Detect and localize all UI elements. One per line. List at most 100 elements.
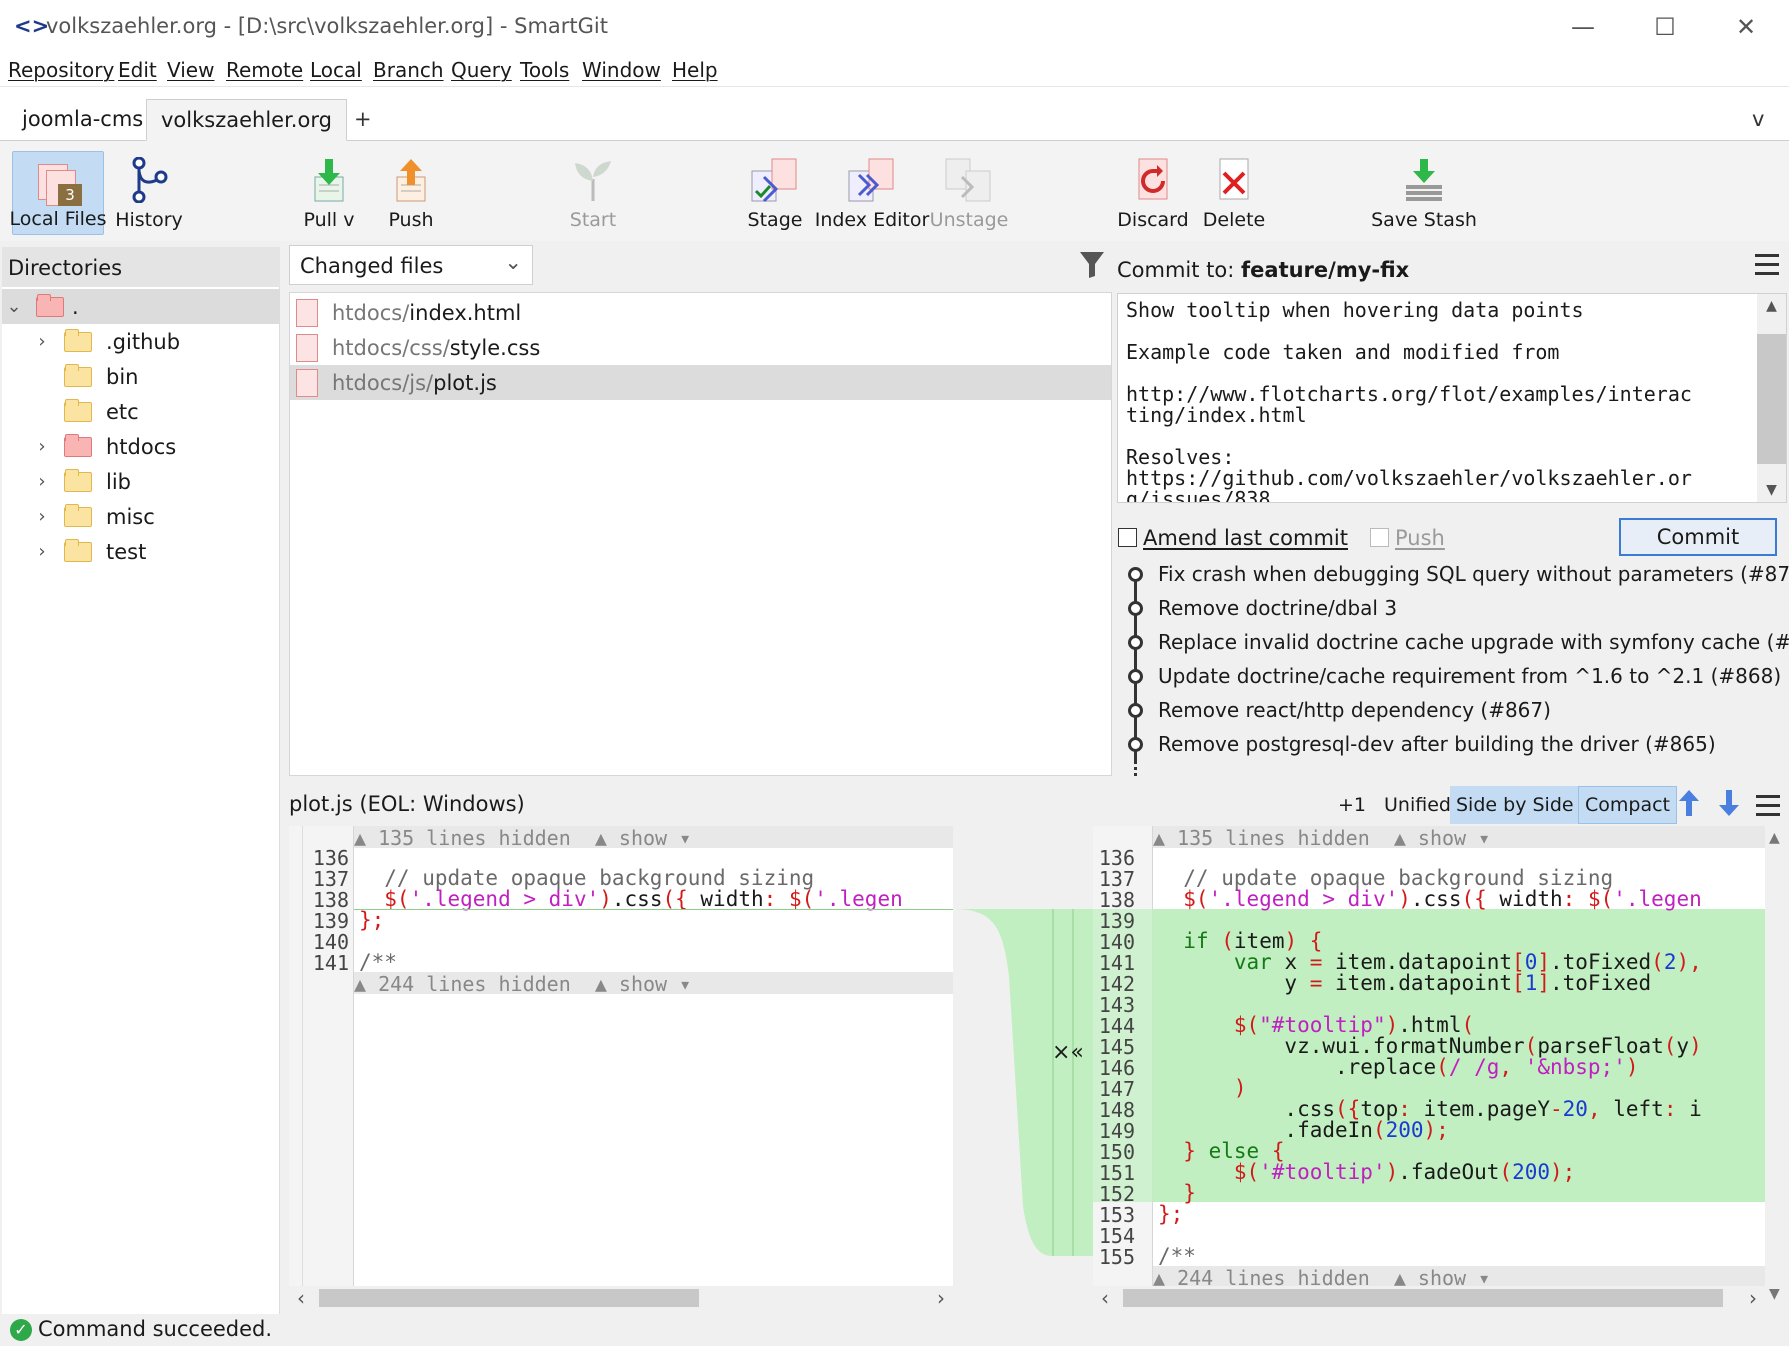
- next-change-icon[interactable]: [1716, 788, 1742, 818]
- hidden-lines-bar[interactable]: ▲ 135 lines hidden ▲ show ▾: [354, 826, 953, 850]
- dir-root[interactable]: ⌄ .: [2, 289, 280, 324]
- menu-window[interactable]: Window: [582, 58, 661, 82]
- menu-local[interactable]: Local: [310, 58, 362, 82]
- dir-test[interactable]: › test: [2, 534, 280, 569]
- folder-icon: [64, 328, 92, 352]
- dir-github[interactable]: › .github: [2, 324, 280, 359]
- history-item[interactable]: Update doctrine/cache requirement from ^…: [1158, 664, 1781, 688]
- side-by-side-button[interactable]: Side by Side: [1450, 786, 1580, 824]
- dir-lib[interactable]: › lib: [2, 464, 280, 499]
- file-row-style-css[interactable]: htdocs/css/style.css: [290, 330, 1111, 365]
- pull-button[interactable]: Pull v: [296, 151, 362, 235]
- hidden-lines-bar[interactable]: ▲ 135 lines hidden ▲ show ▾: [1153, 826, 1765, 850]
- filter-icon[interactable]: [1078, 250, 1106, 280]
- push-button[interactable]: Push: [376, 151, 446, 235]
- chevron-down-icon: ⌄: [504, 250, 522, 274]
- dir-htdocs[interactable]: › htdocs: [2, 429, 280, 464]
- hidden-lines-bar[interactable]: ▲ 244 lines hidden ▲ show ▾: [1153, 1266, 1765, 1290]
- save-stash-button[interactable]: Save Stash: [1371, 151, 1477, 235]
- smartgit-app-icon: <>: [14, 14, 50, 38]
- scroll-up-icon: ▲: [1769, 830, 1780, 846]
- discard-button[interactable]: Discard: [1117, 151, 1189, 235]
- code-line: $('.legend > div').css({ width: $('.lege…: [359, 887, 903, 911]
- sprout-icon: [575, 161, 611, 201]
- menu-view[interactable]: View: [167, 58, 214, 82]
- take-change-markers[interactable]: ×«: [1052, 1040, 1084, 1065]
- hidden-lines-bar[interactable]: ▲ 244 lines hidden ▲ show ▾: [354, 972, 953, 996]
- push-checkbox[interactable]: [1370, 528, 1389, 547]
- file-filter-dropdown[interactable]: Changed files ⌄: [289, 245, 533, 285]
- previous-change-icon[interactable]: [1676, 788, 1702, 818]
- menu-repository[interactable]: Repository: [8, 58, 114, 82]
- dir-etc[interactable]: etc: [2, 394, 280, 429]
- history-branch-icon: [132, 157, 168, 203]
- scroll-up-icon[interactable]: ▲: [1757, 298, 1786, 314]
- title-bar: <> volkszaehler.org - [D:\src\volkszaehl…: [0, 0, 1789, 55]
- window-title: volkszaehler.org - [D:\src\volkszaehler.…: [46, 14, 608, 38]
- menu-help[interactable]: Help: [672, 58, 718, 82]
- local-files-button[interactable]: 3 Local Files: [10, 151, 107, 235]
- folder-icon: [36, 293, 64, 317]
- save-stash-icon: [1406, 159, 1442, 201]
- hamburger-menu-icon[interactable]: [1755, 254, 1779, 276]
- menu-branch[interactable]: Branch: [373, 58, 444, 82]
- commit-button[interactable]: Commit: [1619, 518, 1777, 556]
- commit-message-scrollbar[interactable]: ▲ ▼: [1757, 294, 1786, 502]
- history-item[interactable]: Remove postgresql-dev after building the…: [1158, 732, 1716, 756]
- dir-bin[interactable]: bin: [2, 359, 280, 394]
- history-item[interactable]: Replace invalid doctrine cache upgrade w…: [1158, 630, 1789, 654]
- unified-view-button[interactable]: Unified: [1378, 786, 1457, 824]
- menu-tools[interactable]: Tools: [520, 58, 569, 82]
- push-icon: [396, 159, 426, 202]
- history-item[interactable]: Remove doctrine/dbal 3: [1158, 596, 1397, 620]
- push-label: Push: [1395, 526, 1445, 550]
- file-row-plot-js[interactable]: htdocs/js/plot.js: [290, 365, 1111, 400]
- history-button[interactable]: History: [112, 151, 186, 235]
- dir-misc[interactable]: › misc: [2, 499, 280, 534]
- start-button[interactable]: Start: [558, 151, 628, 235]
- pull-icon: [314, 159, 344, 202]
- amend-label: Amend last commit: [1143, 526, 1348, 550]
- vertical-scrollbar[interactable]: ▲ ▼: [1765, 826, 1787, 1310]
- code-line: /**: [1158, 1244, 1196, 1268]
- menu-remote[interactable]: Remote: [226, 58, 303, 82]
- delete-icon: [1219, 158, 1249, 200]
- scroll-down-icon[interactable]: ▼: [1757, 482, 1786, 498]
- chevron-right-icon[interactable]: ›: [30, 506, 54, 527]
- index-editor-icon: [848, 158, 894, 202]
- stage-button[interactable]: Stage: [742, 151, 808, 235]
- menu-edit[interactable]: Edit: [118, 58, 157, 82]
- index-editor-button[interactable]: Index Editor: [815, 151, 929, 235]
- repository-tabs: joomla-cms volkszaehler.org + v: [0, 87, 1789, 141]
- tab-joomla-cms[interactable]: joomla-cms: [8, 99, 157, 141]
- file-icon: [296, 333, 318, 362]
- minimize-button[interactable]: —: [1553, 8, 1613, 46]
- chevron-right-icon[interactable]: ›: [30, 541, 54, 562]
- menu-query[interactable]: Query: [451, 58, 512, 82]
- hamburger-menu-icon[interactable]: [1756, 795, 1780, 817]
- tab-overflow-icon[interactable]: v: [1738, 99, 1778, 141]
- tab-volkszaehler[interactable]: volkszaehler.org: [146, 99, 347, 141]
- history-item[interactable]: Fix crash when debugging SQL query witho…: [1158, 562, 1789, 586]
- close-button[interactable]: ✕: [1716, 8, 1776, 46]
- horizontal-scrollbar[interactable]: ‹ ›: [289, 1286, 953, 1310]
- maximize-button[interactable]: ☐: [1635, 8, 1695, 46]
- chevron-down-icon[interactable]: ⌄: [2, 296, 26, 317]
- commit-branch: feature/my-fix: [1241, 258, 1410, 282]
- file-row-index-html[interactable]: htdocs/index.html: [290, 295, 1111, 330]
- directories-tree: ⌄ . › .github bin etc › htdocs › lib › m…: [2, 287, 280, 1314]
- chevron-right-icon[interactable]: ›: [30, 436, 54, 457]
- amend-checkbox[interactable]: [1118, 528, 1137, 547]
- commit-message-input[interactable]: Show tooltip when hovering data points E…: [1117, 293, 1787, 503]
- history-item[interactable]: Remove react/http dependency (#867): [1158, 698, 1551, 722]
- compact-button[interactable]: Compact: [1578, 786, 1677, 824]
- chevron-right-icon[interactable]: ›: [30, 471, 54, 492]
- horizontal-scrollbar[interactable]: ‹ ›: [1093, 1286, 1765, 1310]
- local-files-icon: 3: [34, 162, 82, 206]
- chevron-right-icon[interactable]: ›: [30, 331, 54, 352]
- unstage-button[interactable]: Unstage: [930, 151, 1008, 235]
- changed-files-list: htdocs/index.html htdocs/css/style.css h…: [289, 292, 1112, 776]
- delete-button[interactable]: Delete: [1202, 151, 1266, 235]
- add-tab-button[interactable]: +: [340, 99, 386, 141]
- unstage-icon: [945, 158, 991, 202]
